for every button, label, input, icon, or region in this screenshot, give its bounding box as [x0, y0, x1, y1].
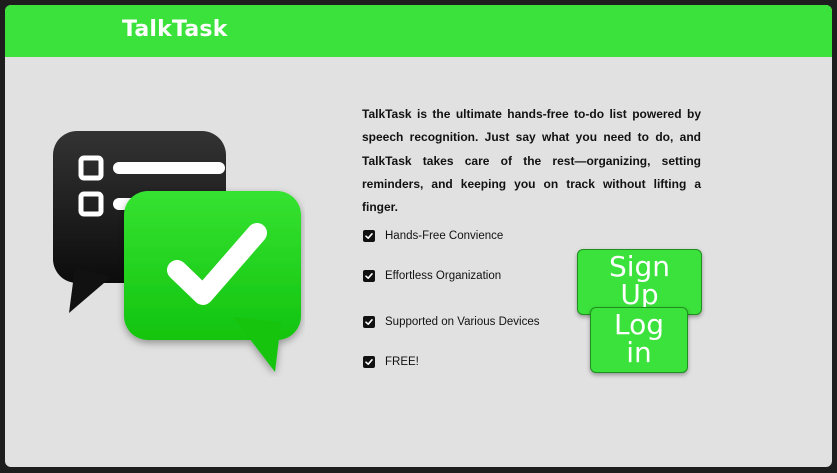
feature-item: Effortless Organization [363, 270, 501, 282]
log-in-button[interactable]: Log in [590, 307, 688, 373]
app-window: TalkTask TalkTask is the ultimate hands-… [5, 5, 832, 467]
checkbox-checked-icon [363, 316, 375, 328]
feature-item: Supported on Various Devices [363, 316, 540, 328]
sign-up-button[interactable]: Sign Up [577, 249, 702, 315]
chat-checklist-check-icon [53, 131, 301, 372]
feature-list: Hands-Free Convience Effortless Organiza… [363, 5, 563, 467]
feature-label: Effortless Organization [385, 270, 502, 282]
feature-label: Supported on Various Devices [385, 316, 540, 328]
checkbox-checked-icon [363, 230, 375, 242]
feature-label: FREE! [385, 356, 419, 368]
feature-item: Hands-Free Convience [363, 230, 503, 242]
checkbox-checked-icon [363, 270, 375, 282]
feature-item: FREE! [363, 356, 419, 368]
brand-logo[interactable]: TalkTask [122, 17, 228, 42]
checkbox-checked-icon [363, 356, 375, 368]
check-bubble-icon [124, 191, 301, 372]
feature-label: Hands-Free Convience [385, 230, 504, 242]
